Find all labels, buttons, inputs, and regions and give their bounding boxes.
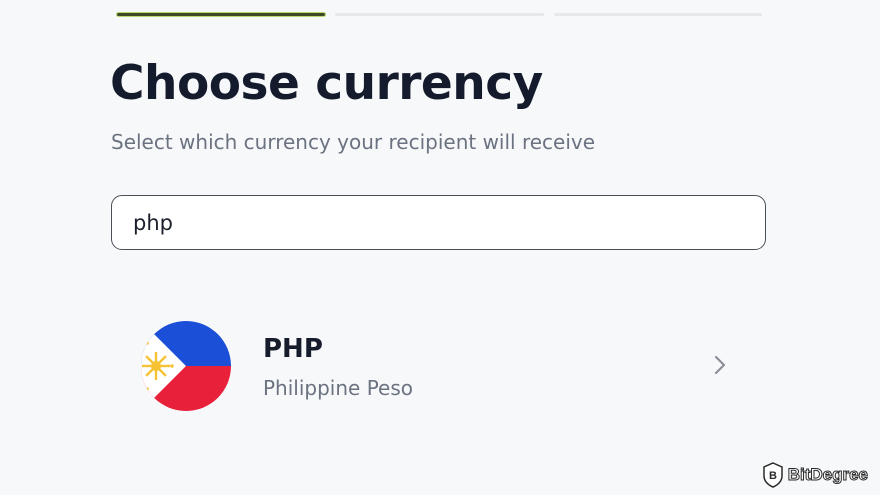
bitdegree-logo-icon: B bbox=[762, 462, 783, 488]
currency-result-item[interactable]: PHP Philippine Peso bbox=[111, 315, 766, 417]
progress-steps bbox=[117, 13, 762, 19]
currency-name: Philippine Peso bbox=[263, 376, 413, 400]
chevron-right-icon bbox=[714, 355, 726, 375]
currency-code: PHP bbox=[263, 334, 323, 364]
page-subtitle: Select which currency your recipient wil… bbox=[111, 130, 596, 154]
watermark: B BitDegree bbox=[762, 462, 869, 488]
currency-search-input[interactable] bbox=[131, 209, 765, 236]
progress-step-1 bbox=[117, 13, 326, 16]
watermark-text: BitDegree bbox=[787, 465, 868, 485]
page-title: Choose currency bbox=[110, 56, 543, 111]
svg-text:B: B bbox=[769, 470, 777, 482]
progress-step-2 bbox=[335, 13, 544, 16]
progress-step-3 bbox=[553, 13, 762, 16]
currency-search-field[interactable] bbox=[111, 195, 766, 250]
philippines-flag-icon bbox=[141, 321, 231, 411]
